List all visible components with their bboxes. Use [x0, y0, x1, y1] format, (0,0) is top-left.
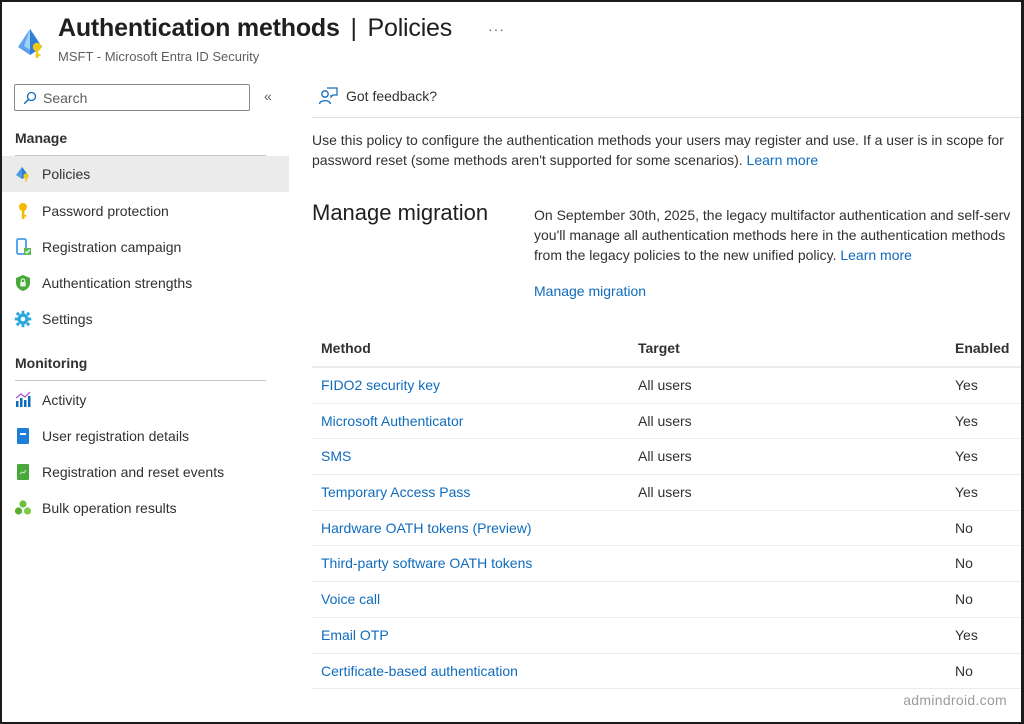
- command-bar: Got feedback?: [312, 74, 1021, 118]
- sidebar: « Manage Policies Password protection Re…: [2, 74, 290, 722]
- search-box[interactable]: [14, 84, 250, 111]
- target-cell: All users: [638, 484, 692, 501]
- enabled-cell: No: [955, 591, 973, 608]
- method-link[interactable]: Hardware OATH tokens (Preview): [321, 520, 532, 536]
- sidebar-item-label: User registration details: [42, 428, 190, 444]
- migration-description-line: On September 30th, 2025, the legacy mult…: [534, 207, 1011, 223]
- sidebar-item-password-protection[interactable]: Password protection: [2, 193, 289, 229]
- app-window: Authentication methods | Policies ··· MS…: [0, 0, 1024, 724]
- method-link[interactable]: FIDO2 security key: [321, 377, 440, 393]
- enabled-cell: Yes: [955, 626, 978, 643]
- learn-more-link[interactable]: Learn more: [747, 152, 819, 168]
- method-link[interactable]: Temporary Access Pass: [321, 484, 470, 500]
- main-content: Got feedback? Use this policy to configu…: [312, 74, 1021, 722]
- table-row: Third-party software OATH tokens No: [312, 546, 1021, 583]
- sidebar-item-activity[interactable]: Activity: [2, 382, 289, 418]
- bulk-operations-icon: [14, 499, 32, 517]
- section-divider: [15, 380, 266, 381]
- method-link[interactable]: Microsoft Authenticator: [321, 413, 463, 429]
- policy-description: Use this policy to configure the authent…: [312, 130, 1021, 170]
- migration-description-text: from the legacy policies to the new unif…: [534, 247, 837, 263]
- sidebar-item-bulk-operation-results[interactable]: Bulk operation results: [2, 490, 289, 526]
- table-row: Microsoft Authenticator All users Yes: [312, 404, 1021, 440]
- sidebar-item-registration-and-reset-events[interactable]: Registration and reset events: [2, 454, 289, 490]
- entra-auth-methods-logo-icon: [18, 29, 42, 58]
- manage-migration-heading: Manage migration: [312, 200, 489, 225]
- entra-policies-icon: [14, 165, 32, 183]
- shield-lock-icon: [14, 274, 32, 292]
- sidebar-item-label: Activity: [42, 392, 87, 408]
- target-cell: All users: [638, 412, 692, 429]
- method-link[interactable]: Certificate-based authentication: [321, 663, 518, 679]
- table-row: Email OTP Yes: [312, 618, 1021, 654]
- policy-description-text: password reset (some methods aren't supp…: [312, 152, 743, 168]
- sidebar-item-settings[interactable]: Settings: [2, 301, 289, 337]
- sidebar-item-label: Password protection: [42, 203, 169, 219]
- enabled-cell: No: [955, 555, 973, 572]
- policy-description-line: Use this policy to configure the authent…: [312, 132, 1004, 148]
- enabled-cell: Yes: [955, 412, 978, 429]
- table-row: Voice call No: [312, 582, 1021, 618]
- method-link[interactable]: SMS: [321, 448, 351, 464]
- migration-description-line: you'll manage all authentication methods…: [534, 227, 1006, 243]
- sidebar-item-label: Policies: [42, 166, 91, 182]
- manage-migration-link[interactable]: Manage migration: [534, 283, 646, 299]
- column-header-target[interactable]: Target: [638, 340, 680, 356]
- enabled-cell: Yes: [955, 484, 978, 501]
- sidebar-item-label: Authentication strengths: [42, 275, 193, 291]
- page-title-blade: Policies: [367, 14, 453, 42]
- sidebar-item-label: Registration campaign: [42, 239, 182, 255]
- section-label-monitoring: Monitoring: [15, 355, 88, 371]
- sidebar-item-label: Registration and reset events: [42, 464, 225, 480]
- table-row: Hardware OATH tokens (Preview) No: [312, 511, 1021, 547]
- sidebar-item-registration-campaign[interactable]: Registration campaign: [2, 229, 289, 265]
- table-row: Certificate-based authentication No: [312, 654, 1021, 690]
- collapse-sidebar-button[interactable]: «: [264, 88, 272, 104]
- methods-table: Method Target Enabled FIDO2 security key…: [312, 330, 1021, 690]
- activity-chart-icon: [14, 391, 32, 409]
- method-link[interactable]: Email OTP: [321, 627, 389, 643]
- section-label-manage: Manage: [15, 130, 68, 146]
- table-row: FIDO2 security key All users Yes: [312, 368, 1021, 404]
- search-input[interactable]: [43, 89, 243, 106]
- sidebar-item-policies[interactable]: Policies: [2, 156, 289, 192]
- method-link[interactable]: Voice call: [321, 591, 380, 607]
- feedback-label: Got feedback?: [346, 88, 438, 104]
- search-icon: [23, 91, 37, 104]
- column-header-method[interactable]: Method: [321, 340, 371, 356]
- tenant-subtitle: MSFT - Microsoft Entra ID Security: [58, 49, 260, 64]
- events-log-icon: [14, 463, 32, 481]
- target-cell: All users: [638, 377, 692, 393]
- page-title-main: Authentication methods: [58, 14, 340, 42]
- sidebar-item-label: Settings: [42, 311, 93, 327]
- table-row: SMS All users Yes: [312, 439, 1021, 476]
- page-title: Authentication methods | Policies: [58, 14, 452, 43]
- enabled-cell: Yes: [955, 448, 978, 465]
- table-header: Method Target Enabled: [312, 330, 1021, 368]
- more-options-button[interactable]: ···: [488, 21, 505, 37]
- key-icon: [14, 202, 32, 220]
- feedback-person-icon: [318, 87, 338, 105]
- sidebar-item-user-registration-details[interactable]: User registration details: [2, 418, 289, 454]
- enabled-cell: No: [955, 662, 973, 679]
- migration-description-line: from the legacy policies to the new unif…: [534, 245, 1021, 265]
- gear-icon: [14, 310, 32, 328]
- migration-description: On September 30th, 2025, the legacy mult…: [534, 205, 1021, 265]
- enabled-cell: No: [955, 519, 973, 536]
- enabled-cell: Yes: [955, 377, 978, 393]
- watermark: admindroid.com: [903, 692, 1007, 708]
- user-details-icon: [14, 427, 32, 445]
- migration-learn-more-link[interactable]: Learn more: [840, 247, 912, 263]
- feedback-button[interactable]: Got feedback?: [318, 87, 437, 105]
- sidebar-item-authentication-strengths[interactable]: Authentication strengths: [2, 265, 289, 301]
- sidebar-item-label: Bulk operation results: [42, 500, 177, 516]
- target-cell: All users: [638, 448, 692, 465]
- page-header: Authentication methods | Policies ··· MS…: [2, 2, 1021, 74]
- title-separator: |: [350, 14, 357, 42]
- policy-description-line: password reset (some methods aren't supp…: [312, 150, 1021, 170]
- column-header-enabled[interactable]: Enabled: [955, 340, 1009, 356]
- method-link[interactable]: Third-party software OATH tokens: [321, 555, 532, 571]
- phone-check-icon: [14, 238, 32, 256]
- table-row: Temporary Access Pass All users Yes: [312, 475, 1021, 511]
